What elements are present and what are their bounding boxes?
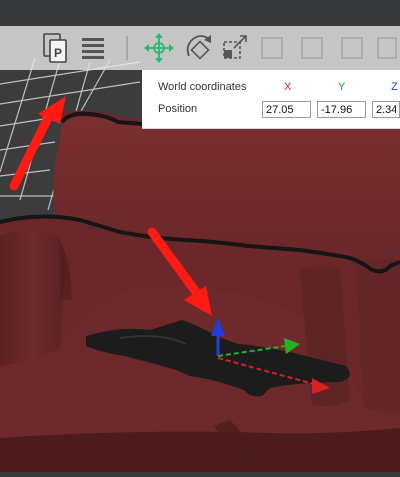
svg-text:P: P (54, 46, 62, 60)
scale-icon[interactable] (220, 26, 252, 70)
copy-part-icon[interactable]: P (40, 26, 70, 70)
world-coordinates-panel: World coordinates X Y Z Position (142, 70, 400, 129)
z-axis-label: Z (391, 81, 398, 93)
toolbar: P (0, 26, 400, 70)
x-axis-label: X (284, 81, 292, 93)
title-bar (0, 0, 400, 26)
panel-title: World coordinates (158, 81, 247, 93)
rotate-icon[interactable] (181, 26, 215, 70)
faded-tool-icons (256, 26, 400, 70)
move-icon[interactable] (142, 26, 176, 70)
position-x-field[interactable] (262, 101, 311, 118)
position-z-field[interactable] (372, 101, 400, 118)
y-axis-label: Y (338, 81, 346, 93)
position-y-field[interactable] (317, 101, 366, 118)
toolbar-separator (125, 26, 129, 70)
arrange-icon[interactable] (80, 26, 108, 70)
position-label: Position (158, 103, 198, 115)
